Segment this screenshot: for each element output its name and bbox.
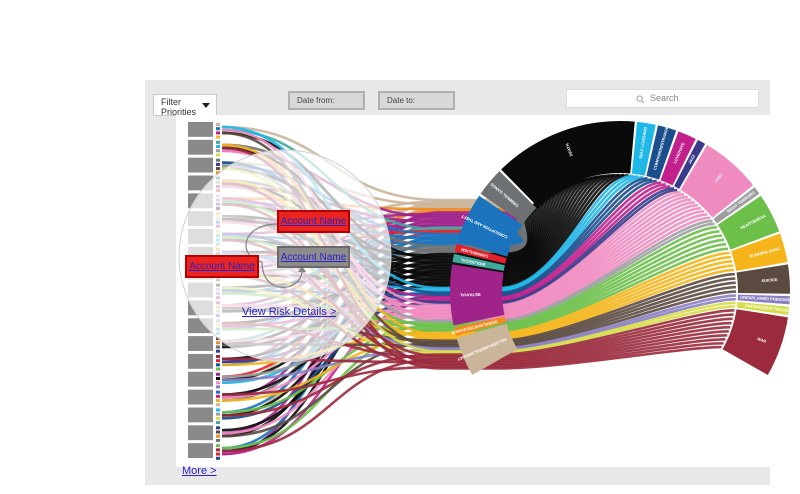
node-color-tick — [216, 167, 220, 171]
left-node[interactable] — [188, 157, 213, 173]
account-name-button-top[interactable]: Account Name — [277, 210, 350, 233]
node-color-tick — [216, 131, 220, 135]
node-color-tick — [216, 123, 220, 126]
account-name-button-left[interactable]: Account Name — [185, 255, 259, 278]
node-color-tick — [216, 448, 220, 452]
node-color-tick — [216, 444, 220, 448]
node-color-tick — [216, 359, 220, 363]
node-color-tick — [216, 140, 220, 144]
left-node[interactable] — [188, 407, 213, 423]
node-color-tick — [216, 390, 220, 394]
node-color-tick — [216, 438, 220, 442]
account-name-label: Account Name — [280, 216, 347, 227]
node-color-tick — [216, 434, 220, 438]
node-color-tick — [216, 376, 220, 380]
node-color-tick — [216, 354, 220, 358]
node-color-tick — [216, 149, 220, 153]
node-color-tick — [216, 135, 220, 139]
node-color-tick — [216, 145, 220, 149]
node-color-tick — [216, 426, 220, 430]
node-color-tick — [216, 349, 220, 353]
node-color-tick — [216, 367, 220, 371]
node-color-tick — [216, 162, 220, 166]
account-name-button-grey[interactable]: Account Name — [277, 246, 350, 268]
left-node[interactable] — [188, 425, 213, 441]
node-color-tick — [216, 345, 220, 349]
node-color-tick — [216, 412, 220, 416]
left-node[interactable] — [188, 443, 213, 458]
node-color-tick — [216, 408, 220, 412]
risk-flow-chart: KILLER/FUNERALS/MONEYSERIAL/SUICIDE/DANC… — [176, 115, 799, 467]
left-node[interactable] — [188, 139, 213, 155]
node-color-tick — [216, 385, 220, 389]
node-color-tick — [216, 341, 220, 345]
node-color-tick — [216, 363, 220, 367]
arc-segment-label: BETRAYAL — [459, 292, 481, 298]
node-color-tick — [216, 399, 220, 403]
node-color-tick — [216, 421, 220, 425]
left-node[interactable] — [188, 336, 213, 351]
left-node[interactable] — [188, 353, 213, 369]
node-color-tick — [216, 127, 220, 131]
node-color-tick — [216, 153, 220, 157]
node-color-tick — [216, 416, 220, 420]
node-color-tick — [216, 403, 220, 407]
node-color-tick — [216, 456, 220, 460]
account-name-label: Account Name — [189, 261, 255, 272]
left-node[interactable] — [188, 122, 213, 137]
node-color-tick — [216, 372, 220, 376]
node-color-tick — [216, 452, 220, 456]
more-link[interactable]: More > — [182, 465, 217, 477]
left-node[interactable] — [188, 371, 213, 387]
node-color-tick — [216, 430, 220, 434]
left-node[interactable] — [188, 389, 213, 405]
node-color-tick — [216, 158, 220, 162]
node-color-tick — [216, 381, 220, 385]
view-risk-details-link[interactable]: View Risk Details > — [242, 306, 336, 318]
node-color-tick — [216, 394, 220, 398]
account-name-label: Account Name — [280, 252, 347, 263]
